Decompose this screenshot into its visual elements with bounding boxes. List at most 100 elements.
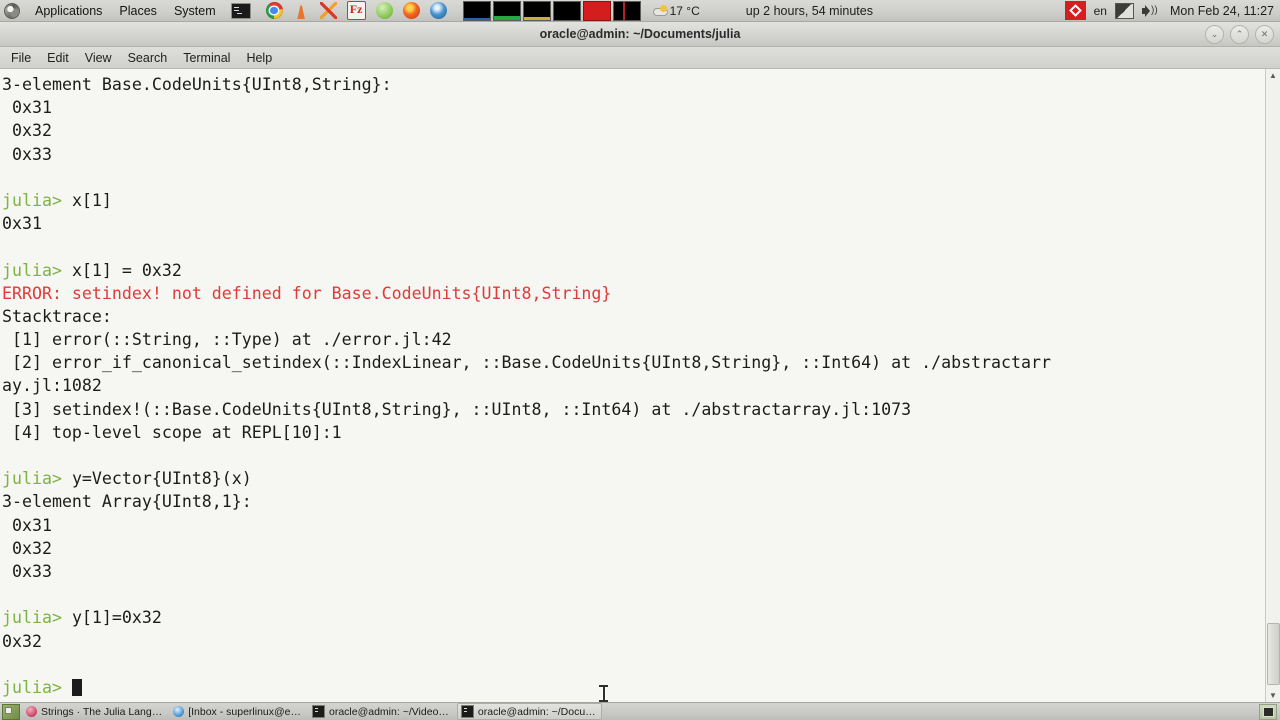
terminal-icon [230, 2, 251, 19]
menu-help[interactable]: Help [238, 50, 280, 66]
menubar: File Edit View Search Terminal Help [0, 47, 1280, 69]
window-title: oracle@admin: ~/Documents/julia [539, 27, 741, 41]
menu-file[interactable]: File [3, 50, 39, 66]
taskbar-button[interactable]: Strings · The Julia Lang… [23, 704, 167, 719]
terminal-output-text: 0x31 [2, 98, 52, 118]
net-monitor-icon [462, 0, 491, 21]
window-controls: ⌄ ⌃ ✕ [1205, 25, 1274, 44]
terminal-command: y[1]=0x32 [71, 608, 162, 628]
workspace-switcher[interactable] [1259, 703, 1277, 720]
system-monitor-applets[interactable] [462, 0, 641, 21]
scrollbar-down-icon[interactable]: ▼ [1267, 690, 1279, 702]
taskbar-button[interactable]: oracle@admin: ~/Docu… [456, 703, 602, 720]
swap-monitor-icon [612, 0, 641, 21]
terminal-output-text: 0x32 [2, 631, 42, 651]
julia-icon [26, 706, 37, 717]
keyboard-layout-indicator[interactable]: en [1093, 4, 1108, 18]
terminal-output-text: 0x31 [2, 214, 42, 234]
terminal-output-text: 0x32 [2, 121, 52, 141]
terminal-line: 0x31 [2, 514, 1265, 537]
blue-swirl-icon[interactable] [429, 2, 447, 19]
terminal-line: 0x32 [2, 630, 1265, 653]
thunderbird-icon [173, 706, 185, 717]
terminal-line: [3] setindex!(::Base.CodeUnits{UInt8,Str… [2, 398, 1265, 421]
terminal-line: [1] error(::String, ::Type) at ./error.j… [2, 328, 1265, 351]
volume-icon[interactable]: )) [1141, 4, 1158, 18]
terminal-line: 0x31 [2, 212, 1265, 235]
terminal-line: [4] top-level scope at REPL[10]:1 [2, 421, 1265, 444]
terminal-window: oracle@admin: ~/Documents/julia ⌄ ⌃ ✕ Fi… [0, 22, 1280, 703]
show-desktop-icon[interactable] [2, 703, 20, 720]
weather-applet[interactable]: 17 °C [652, 3, 700, 18]
desktop-screen: Applications Places System Fz 17 °C up 2… [0, 0, 1280, 720]
terminal-cursor [71, 678, 82, 696]
menu-search[interactable]: Search [120, 50, 176, 66]
julia-prompt: julia> [2, 469, 72, 489]
menu-applications[interactable]: Applications [31, 2, 106, 20]
maximize-button[interactable]: ⌃ [1230, 25, 1249, 44]
gnome-foot-icon [4, 2, 20, 19]
taskbar-button-label: oracle@admin: ~/Docu… [477, 705, 596, 718]
close-button[interactable]: ✕ [1255, 25, 1274, 44]
display-icon[interactable] [1114, 2, 1134, 19]
weather-temperature: 17 °C [669, 3, 700, 18]
menu-system[interactable]: System [170, 2, 220, 20]
julia-prompt: julia> [2, 677, 72, 697]
menu-view[interactable]: View [77, 50, 120, 66]
vlc-icon[interactable] [297, 2, 305, 19]
terminal-output-text: [2] error_if_canonical_setindex(::IndexL… [2, 353, 1051, 373]
minimize-button[interactable]: ⌄ [1205, 25, 1224, 44]
terminal-line: julia> x[1] [2, 189, 1265, 212]
menu-places[interactable]: Places [115, 2, 161, 20]
terminal-output-text: [4] top-level scope at REPL[10]:1 [2, 422, 342, 442]
terminal-scrollbar[interactable]: ▲ ▼ [1265, 69, 1280, 703]
terminal-line: 3-element Base.CodeUnits{UInt8,String}: [2, 73, 1265, 96]
terminal-icon [460, 705, 474, 718]
launcher-terminal[interactable] [230, 1, 252, 21]
taskbar-button[interactable]: [Inbox - superlinux@e… [170, 704, 306, 719]
taskbar-button-label: oracle@admin: ~/Video… [329, 705, 449, 718]
scrollbar-up-icon[interactable]: ▲ [1267, 70, 1279, 82]
green-app-icon[interactable] [375, 2, 393, 19]
firefox-icon[interactable] [402, 2, 420, 19]
terminal-icon [312, 705, 325, 718]
terminal-line: julia> x[1] = 0x32 [2, 259, 1265, 282]
terminal-command: y=Vector{UInt8}(x) [71, 469, 252, 489]
taskbar-button-label: Strings · The Julia Lang… [41, 705, 163, 718]
scrollbar-thumb[interactable] [1267, 623, 1280, 685]
uptime-applet: up 2 hours, 54 minutes [745, 3, 873, 18]
taskbar-button[interactable]: oracle@admin: ~/Video… [309, 704, 454, 719]
menu-edit[interactable]: Edit [39, 50, 77, 66]
terminal-line: 0x32 [2, 537, 1265, 560]
terminal-output[interactable]: 3-element Base.CodeUnits{UInt8,String}: … [0, 69, 1265, 703]
cloud-sun-icon [652, 5, 668, 16]
terminal-line: ay.jl:1082 [2, 374, 1265, 397]
julia-prompt: julia> [2, 260, 72, 280]
chrome-icon[interactable] [265, 2, 283, 19]
terminal-output-text: 0x33 [2, 561, 52, 581]
terminal-line: Stacktrace: [2, 305, 1265, 328]
terminal-error-text: ERROR: setindex! not defined for Base.Co… [2, 283, 612, 303]
task-list: Strings · The Julia Lang… [Inbox - superl… [23, 703, 605, 720]
julia-prompt: julia> [2, 608, 72, 628]
terminal-line: julia> [2, 676, 1265, 699]
taskbar: Strings · The Julia Lang… [Inbox - superl… [0, 702, 1280, 720]
load-monitor-icon [582, 0, 611, 21]
terminal-line: julia> y[1]=0x32 [2, 606, 1265, 629]
taskbar-right [1259, 703, 1280, 720]
red-diamond-icon[interactable] [1064, 1, 1086, 20]
menu-terminal[interactable]: Terminal [175, 50, 238, 66]
terminal-line: 3-element Array{UInt8,1}: [2, 490, 1265, 513]
terminal-output-text: 3-element Base.CodeUnits{UInt8,String}: [2, 75, 392, 94]
terminal-output-text: [3] setindex!(::Base.CodeUnits{UInt8,Str… [2, 399, 912, 419]
clock[interactable]: Mon Feb 24, 11:27 [1170, 4, 1274, 18]
xflux-icon[interactable] [319, 2, 337, 19]
filezilla-icon[interactable]: Fz [346, 1, 366, 20]
terminal-line: 0x33 [2, 143, 1265, 166]
disk-monitor-icon [522, 0, 551, 21]
window-titlebar[interactable]: oracle@admin: ~/Documents/julia ⌄ ⌃ ✕ [0, 22, 1280, 47]
